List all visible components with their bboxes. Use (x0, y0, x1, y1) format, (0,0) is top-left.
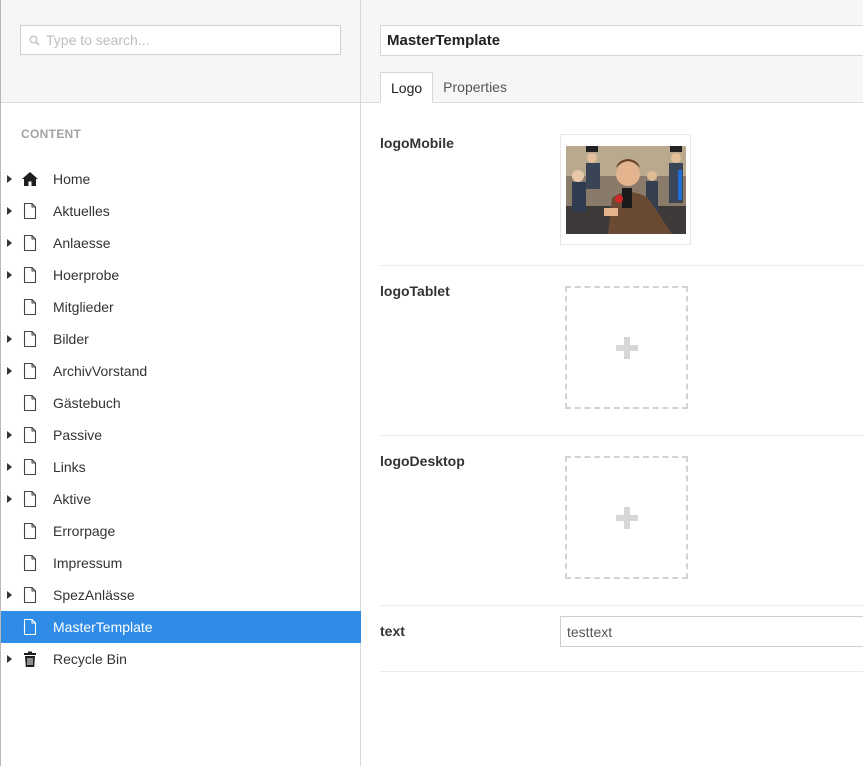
tree-item-label: Links (53, 459, 86, 475)
tree-item-spezanlaesse[interactable]: SpezAnlässe (1, 579, 361, 611)
expand-caret-icon[interactable] (7, 495, 12, 503)
editor-header: Logo Properties (361, 0, 863, 103)
expand-caret-icon[interactable] (7, 207, 12, 215)
document-icon (23, 234, 37, 252)
tree-item-label: Gästebuch (53, 395, 121, 411)
section-title-content: CONTENT (21, 127, 82, 141)
document-icon (23, 458, 37, 476)
tree-item-aktuelles[interactable]: Aktuelles (1, 195, 361, 227)
expand-caret-icon[interactable] (7, 655, 12, 663)
content-editor: Logo Properties logoMobile (361, 0, 863, 766)
tree-item-label: Aktive (53, 491, 92, 507)
search-input[interactable] (46, 32, 326, 48)
tree-item-home[interactable]: Home (1, 163, 361, 195)
document-icon (23, 554, 37, 572)
tree-item-links[interactable]: Links (1, 451, 361, 483)
expand-caret-icon[interactable] (7, 431, 12, 439)
document-icon (23, 586, 37, 604)
trash-icon (24, 651, 36, 667)
document-icon (23, 618, 37, 636)
tree-item-aktive[interactable]: Aktive (1, 483, 361, 515)
node-name-input[interactable] (380, 25, 863, 56)
tree-item-label: Passive (53, 427, 103, 443)
document-icon (23, 426, 37, 444)
tree-item-label: SpezAnlässe (53, 587, 135, 603)
search-box[interactable] (20, 25, 341, 55)
tree-item-label: ArchivVorstand (53, 363, 148, 379)
property-text: text (380, 616, 863, 672)
expand-caret-icon[interactable] (7, 463, 12, 471)
tree-item-bilder[interactable]: Bilder (1, 323, 361, 355)
expand-caret-icon[interactable] (7, 271, 12, 279)
document-icon (23, 490, 37, 508)
tree-item-recycle-bin[interactable]: Recycle Bin (1, 643, 361, 675)
text-field[interactable] (560, 616, 863, 647)
add-logo-tablet-button[interactable] (565, 286, 688, 409)
tree-item-impressum[interactable]: Impressum (1, 547, 361, 579)
document-icon (23, 266, 37, 284)
plus-icon (615, 336, 638, 359)
editor-tabs: Logo Properties (380, 72, 517, 103)
property-logo-tablet: logoTablet (380, 283, 863, 436)
document-icon (23, 330, 37, 348)
document-icon (23, 202, 37, 220)
home-icon (22, 172, 38, 186)
tree-item-errorpage[interactable]: Errorpage (1, 515, 361, 547)
property-label: logoTablet (380, 283, 450, 299)
document-icon (23, 298, 37, 316)
property-label: logoMobile (380, 135, 454, 151)
tree-item-label: Bilder (53, 331, 89, 347)
tree-item-mastertemplate[interactable]: MasterTemplate (1, 611, 361, 643)
add-logo-desktop-button[interactable] (565, 456, 688, 579)
property-logo-mobile: logoMobile (380, 134, 863, 266)
content-tree-panel: CONTENT Home Aktuelles Anlaesse (0, 0, 361, 766)
tree-item-anlaesse[interactable]: Anlaesse (1, 227, 361, 259)
search-icon (29, 35, 40, 46)
photo-thumbnail (566, 146, 686, 234)
expand-caret-icon[interactable] (7, 591, 12, 599)
tree-item-label: Impressum (53, 555, 123, 571)
tree-item-hoerprobe[interactable]: Hoerprobe (1, 259, 361, 291)
tree-item-mitglieder[interactable]: Mitglieder (1, 291, 361, 323)
sidebar-header (1, 0, 360, 103)
tree-item-passive[interactable]: Passive (1, 419, 361, 451)
tree-item-label: Hoerprobe (53, 267, 120, 283)
tree-item-label: Aktuelles (53, 203, 110, 219)
tab-properties[interactable]: Properties (433, 72, 517, 103)
tree-item-label: Anlaesse (53, 235, 111, 251)
tree-item-archivvorstand[interactable]: ArchivVorstand (1, 355, 361, 387)
expand-caret-icon[interactable] (7, 175, 12, 183)
expand-caret-icon[interactable] (7, 239, 12, 247)
plus-icon (615, 506, 638, 529)
tree-item-gaestebuch[interactable]: Gästebuch (1, 387, 361, 419)
expand-caret-icon[interactable] (7, 335, 12, 343)
expand-caret-icon[interactable] (7, 367, 12, 375)
tree-item-label: Recycle Bin (53, 651, 127, 667)
tab-logo[interactable]: Logo (380, 72, 434, 103)
tree-item-label: MasterTemplate (53, 619, 153, 635)
content-tree: Home Aktuelles Anlaesse Hoerprobe Mitgli… (1, 163, 361, 675)
document-icon (23, 394, 37, 412)
property-logo-desktop: logoDesktop (380, 453, 863, 606)
document-icon (23, 362, 37, 380)
tree-item-label: Mitglieder (53, 299, 114, 315)
logo-mobile-image[interactable] (560, 134, 691, 245)
property-label: text (380, 623, 405, 639)
tree-item-label: Home (53, 171, 91, 187)
tree-item-label: Errorpage (53, 523, 116, 539)
property-label: logoDesktop (380, 453, 465, 469)
document-icon (23, 522, 37, 540)
